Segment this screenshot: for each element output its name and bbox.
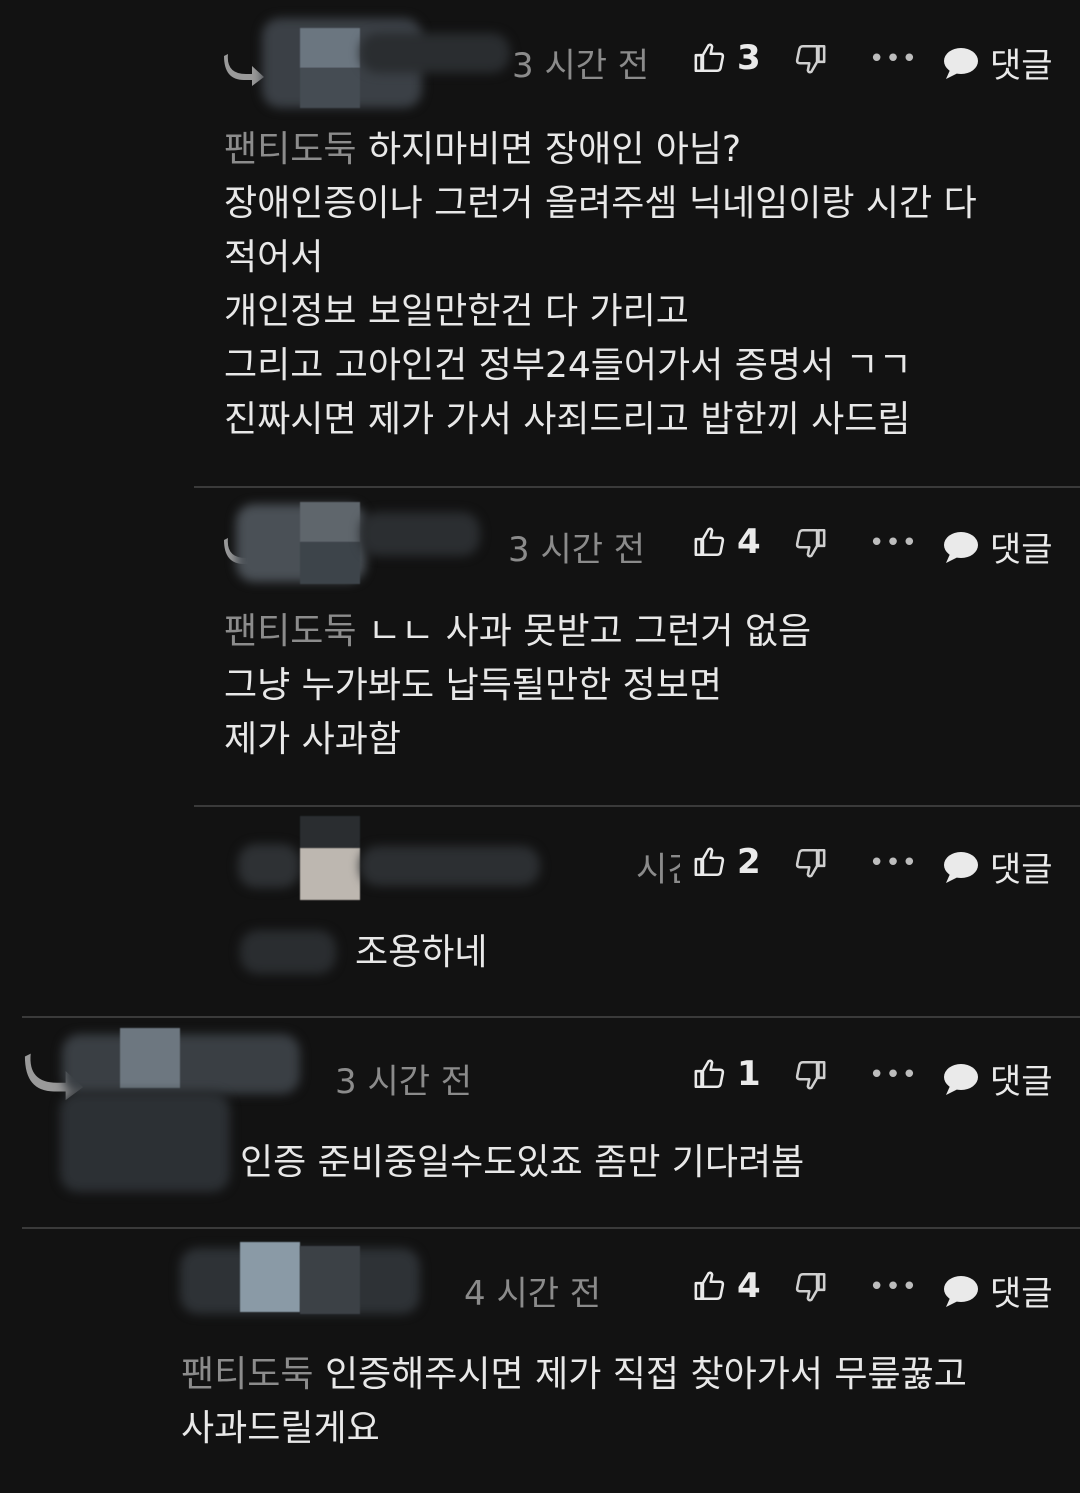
divider [22, 1016, 1080, 1018]
more-dots-icon[interactable]: ••• [869, 1060, 918, 1090]
more-dots-icon[interactable]: ••• [869, 1272, 918, 1302]
thumbs-up-icon [693, 1057, 727, 1091]
reply-button[interactable]: 댓글 [942, 38, 1053, 87]
divider [22, 1227, 1080, 1229]
thumbs-down-icon[interactable] [793, 846, 827, 880]
blurred-username [300, 502, 360, 542]
thumbs-down-icon[interactable] [793, 1058, 827, 1092]
comment-text: 팬티도둑 ㄴㄴ 사과 못받고 그런거 없음 그냥 누가봐도 납득될만한 정보면 … [224, 605, 811, 767]
comment-content: 조용하네 [355, 932, 488, 973]
speech-bubble-icon [942, 46, 980, 80]
comment-meta: 4 시간 전 4 ••• 댓글 [0, 1242, 1080, 1315]
mention-tag[interactable]: 팬티도둑 [224, 129, 356, 170]
thumbs-up-icon [693, 1269, 727, 1303]
reply-button[interactable]: 댓글 [942, 842, 1053, 891]
comment-content: 인증 준비중일수도있죠 좀만 기다려봄 [240, 1142, 805, 1183]
reply-button[interactable]: 댓글 [942, 522, 1053, 571]
blurred-username [300, 848, 360, 900]
more-dots-icon[interactable]: ••• [869, 528, 918, 558]
thumbs-up-icon [693, 845, 727, 879]
reply-label: 댓글 [990, 46, 1053, 86]
speech-bubble-icon [942, 1274, 980, 1308]
like-button[interactable]: 2 [693, 842, 761, 882]
comment-content: 하지마비면 장애인 아님? 장애인증이나 그런거 올려주셈 닉네임이랑 시간 다… [224, 129, 977, 440]
like-count: 4 [737, 1266, 761, 1306]
comment-time: 4 시간 전 [464, 1274, 602, 1314]
blurred-username [300, 28, 360, 68]
comment-time: 3 시간 전 [508, 530, 646, 570]
speech-bubble-icon [942, 850, 980, 884]
thumbs-up-icon [693, 41, 727, 75]
more-dots-icon[interactable]: ••• [869, 848, 918, 878]
thumbs-down-icon[interactable] [793, 526, 827, 560]
blurred-username [240, 1242, 300, 1312]
like-count: 1 [737, 1054, 761, 1094]
thumbs-down-icon[interactable] [793, 42, 827, 76]
reply-label: 댓글 [990, 850, 1053, 890]
more-dots-icon[interactable]: ••• [869, 44, 918, 74]
comment-meta: 3 시간 전 4 ••• 댓글 [0, 502, 1080, 584]
mention-tag[interactable]: 팬티도둑 [181, 1354, 313, 1395]
reply-label: 댓글 [990, 530, 1053, 570]
blurred-username [120, 1028, 180, 1088]
reply-arrow-icon [222, 50, 266, 86]
reply-label: 댓글 [990, 1062, 1053, 1102]
thumbs-down-icon[interactable] [793, 1270, 827, 1304]
comment-time: 3 시간 전 [512, 46, 650, 86]
like-button[interactable]: 1 [693, 1054, 761, 1094]
comment-text: 조용하네 [355, 926, 487, 980]
reply-button[interactable]: 댓글 [942, 1266, 1053, 1315]
like-button[interactable]: 3 [693, 38, 761, 78]
like-count: 2 [737, 842, 761, 882]
reply-label: 댓글 [990, 1274, 1053, 1314]
speech-bubble-icon [942, 530, 980, 564]
comment-time: 3 시간 전 [335, 1062, 473, 1102]
comment-text: 팬티도둑 하지마비면 장애인 아님? 장애인증이나 그런거 올려주셈 닉네임이랑… [224, 123, 977, 447]
like-count: 3 [737, 38, 761, 78]
like-button[interactable]: 4 [693, 1266, 761, 1306]
mention-tag[interactable]: 팬티도둑 [224, 611, 356, 652]
blurred-mention [240, 930, 336, 974]
comment-meta: 3 시간 전 1 ••• 댓글 [0, 1028, 1080, 1192]
divider [194, 805, 1080, 807]
speech-bubble-icon [942, 1062, 980, 1096]
comment-meta: 시긴 2 ••• 댓글 [0, 816, 1080, 900]
comment-meta: 3 시간 전 3 ••• 댓글 [0, 18, 1080, 108]
like-count: 4 [737, 522, 761, 562]
like-button[interactable]: 4 [693, 522, 761, 562]
comment-text: 인증 준비중일수도있죠 좀만 기다려봄 [240, 1136, 804, 1190]
comment-time: 시긴 [636, 850, 680, 890]
blurred-avatar [238, 844, 300, 888]
reply-button[interactable]: 댓글 [942, 1054, 1053, 1103]
blurred-avatar [62, 1034, 300, 1094]
thumbs-up-icon [693, 525, 727, 559]
comment-text: 팬티도둑 인증해주시면 제가 직접 찾아가서 무릎꿇고 사과드릴게요 [181, 1348, 967, 1456]
divider [194, 486, 1080, 488]
